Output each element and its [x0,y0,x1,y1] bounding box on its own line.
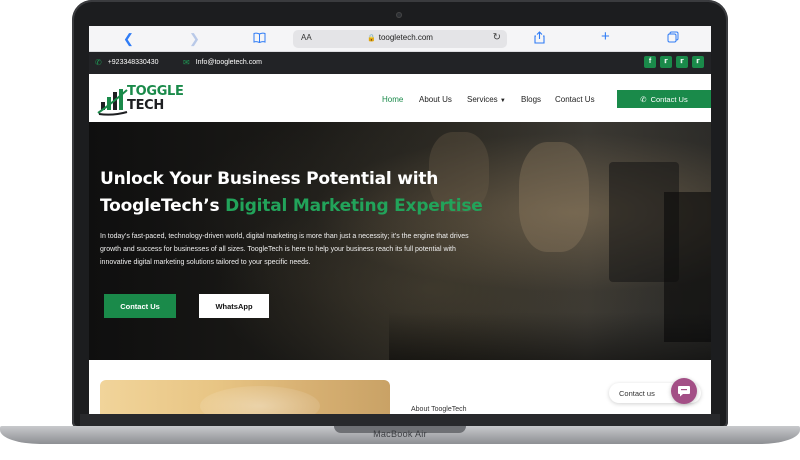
hero-bg-desk [389,312,711,360]
reload-icon[interactable]: ↻ [493,32,501,43]
hero-section: Unlock Your Business Potential with Toog… [89,122,711,360]
main-navbar: TOGGLE TECH Home About Us Services ▼ Blo… [89,74,711,122]
phone-icon: ✆ [640,94,647,104]
twitter-icon[interactable]: 𝕣 [660,56,672,68]
hero-bg-figure [519,142,589,252]
tabs-icon[interactable] [667,31,679,47]
forward-icon[interactable]: ❯ [189,31,200,47]
chat-button[interactable] [671,378,697,404]
logo-mark-icon [97,89,128,116]
share-icon[interactable] [534,31,545,48]
url-text: toogletech.com [378,33,433,42]
device-label: MacBook Air [373,429,427,439]
logo-text-toggle: TOGGLE [127,84,184,99]
about-heading: About ToogleTech [411,406,467,413]
laptop-screen: ❮ ❯ AA 🔒 toogletech.com ↻ + ✆ +9233483304… [89,26,711,414]
chat-icon [678,386,690,397]
hero-paragraph: In today’s fast-paced, technology-driven… [100,233,469,266]
top-info-bar: ✆ +923348330430 ✉ Info@toogletech.com f … [89,52,711,74]
hero-title-plain: ToogleTech’s [100,196,226,216]
lock-icon: 🔒 [367,35,376,42]
nav-services-label: Services [467,95,498,104]
hero-title: Unlock Your Business Potential with Toog… [100,166,520,220]
logo-text-tech: TECH [127,98,164,113]
hero-title-accent: Digital Marketing Expertise [225,196,483,216]
bookmarks-icon[interactable] [253,31,266,47]
twitter-icon[interactable]: 𝕣 [692,56,704,68]
nav-home[interactable]: Home [382,95,403,104]
laptop-bezel-bottom [80,414,720,426]
header-contact-label: Contact Us [650,94,688,104]
mail-icon: ✉ [183,58,190,67]
phone-contact[interactable]: ✆ +923348330430 [95,58,159,67]
about-section: About ToogleTech Contact us [89,360,711,414]
hero-whatsapp-button[interactable]: WhatsApp [199,294,269,318]
phone-icon: ✆ [95,58,102,67]
email-contact[interactable]: ✉ Info@toogletech.com [183,58,262,67]
contact-us-widget-label: Contact us [619,389,655,398]
hero-title-line1: Unlock Your Business Potential with [100,169,439,189]
nav-blogs[interactable]: Blogs [521,95,541,104]
header-contact-button[interactable]: ✆ Contact Us [617,90,711,108]
facebook-icon[interactable]: f [644,56,656,68]
site-logo[interactable]: TOGGLE TECH [97,82,184,116]
browser-toolbar: ❮ ❯ AA 🔒 toogletech.com ↻ + [89,26,711,52]
about-image-highlight [200,386,320,414]
nav-about-us[interactable]: About Us [419,95,452,104]
hero-contact-button[interactable]: Contact Us [104,294,176,318]
nav-services[interactable]: Services ▼ [467,95,506,104]
address-bar[interactable]: AA 🔒 toogletech.com ↻ [293,30,507,48]
phone-number: +923348330430 [107,59,159,66]
camera-icon [396,12,402,18]
new-tab-icon[interactable]: + [601,29,610,45]
about-image [100,380,390,414]
chevron-down-icon: ▼ [499,98,506,104]
nav-contact-us[interactable]: Contact Us [555,95,595,104]
twitter-icon[interactable]: 𝕣 [676,56,688,68]
back-icon[interactable]: ❮ [123,31,134,47]
email-address: Info@toogletech.com [195,59,262,66]
hero-title-line2: ToogleTech’s Digital Marketing Expertise [100,193,520,220]
